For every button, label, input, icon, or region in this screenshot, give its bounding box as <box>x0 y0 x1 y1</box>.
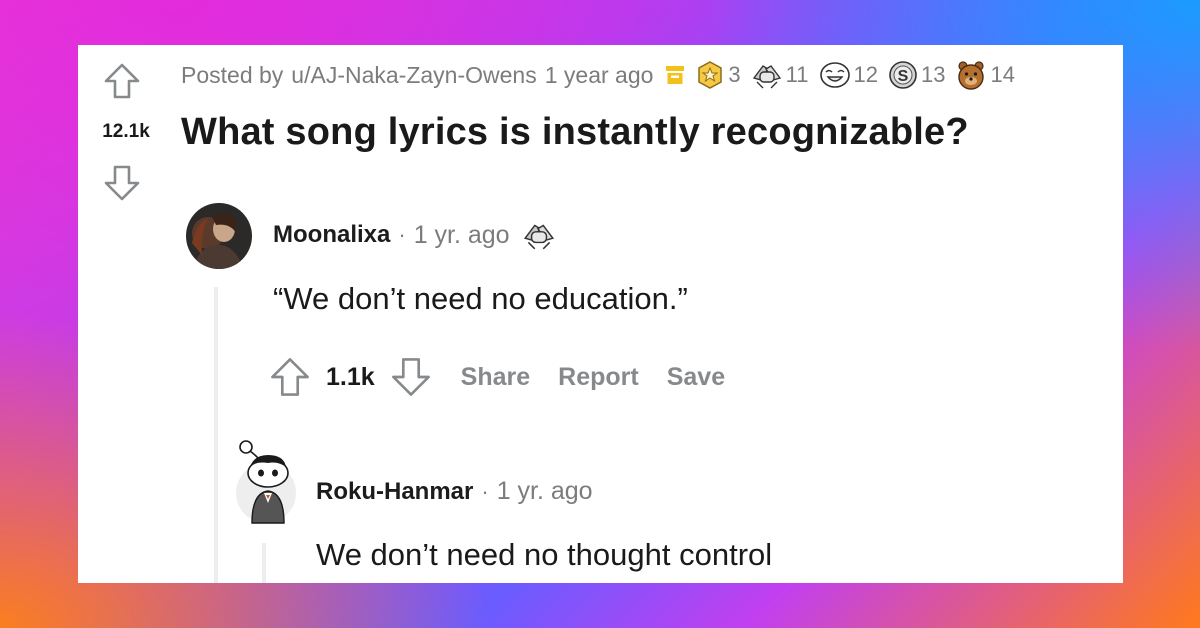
upvote-icon[interactable] <box>102 61 142 101</box>
comment-downvote-icon[interactable] <box>389 355 433 399</box>
hands-award-icon[interactable] <box>522 219 556 251</box>
downvote-icon[interactable] <box>102 163 142 203</box>
archived-icon <box>665 64 685 86</box>
report-button[interactable]: Report <box>558 363 639 392</box>
comment-actions: 1.1k Share Report Save <box>268 353 725 401</box>
award-count: 14 <box>990 62 1015 87</box>
award-star[interactable]: 3 <box>695 60 741 90</box>
comment-author-link[interactable]: Roku-Hanmar <box>316 478 473 506</box>
thread-line[interactable] <box>214 287 218 583</box>
avatar[interactable] <box>234 437 302 525</box>
comment-score: 1.1k <box>326 362 375 391</box>
bear-award-icon <box>955 59 990 91</box>
star-award-icon <box>695 60 728 90</box>
award-count: 11 <box>785 62 809 87</box>
reddit-post-card: 12.1k Posted by u/AJ-Naka-Zayn-Owens 1 y… <box>78 45 1123 583</box>
share-button[interactable]: Share <box>461 363 530 392</box>
separator-dot: · <box>481 478 489 504</box>
post-age: 1 year ago <box>544 61 654 88</box>
svg-text:S: S <box>898 68 909 85</box>
hands-award-icon <box>751 60 786 90</box>
comment-author-link[interactable]: Moonalixa <box>273 221 390 249</box>
post-title[interactable]: What song lyrics is instantly recognizab… <box>181 111 969 154</box>
award-silver[interactable]: S 13 <box>888 60 945 90</box>
comment-header: Roku-Hanmar · 1 yr. ago <box>316 477 593 506</box>
save-button[interactable]: Save <box>667 363 725 392</box>
award-bear[interactable]: 14 <box>955 59 1015 91</box>
award-count: 12 <box>853 62 878 87</box>
post-score: 12.1k <box>102 121 150 142</box>
avatar[interactable] <box>186 203 252 269</box>
separator-dot: · <box>398 222 406 247</box>
post-meta: Posted by u/AJ-Naka-Zayn-Owens 1 year ag… <box>181 59 1015 91</box>
award-laughing[interactable]: 12 <box>819 60 878 90</box>
comment-header: Moonalixa · 1 yr. ago <box>273 219 556 251</box>
award-count: 3 <box>728 62 741 87</box>
comment-body: We don’t need no thought control <box>316 537 773 572</box>
comment-age: 1 yr. ago <box>413 220 510 249</box>
comment-body: “We don’t need no education.” <box>273 281 688 316</box>
award-hands[interactable]: 11 <box>751 60 809 90</box>
laughing-face-award-icon <box>819 60 854 90</box>
award-count: 13 <box>921 62 946 87</box>
silver-coin-award-icon: S <box>888 60 921 90</box>
comment-upvote-icon[interactable] <box>268 355 312 399</box>
thread-line[interactable] <box>262 543 266 583</box>
comment-age: 1 yr. ago <box>496 477 593 505</box>
post-author-link[interactable]: u/AJ-Naka-Zayn-Owens <box>291 62 536 89</box>
posted-by-label: Posted by <box>181 61 284 88</box>
